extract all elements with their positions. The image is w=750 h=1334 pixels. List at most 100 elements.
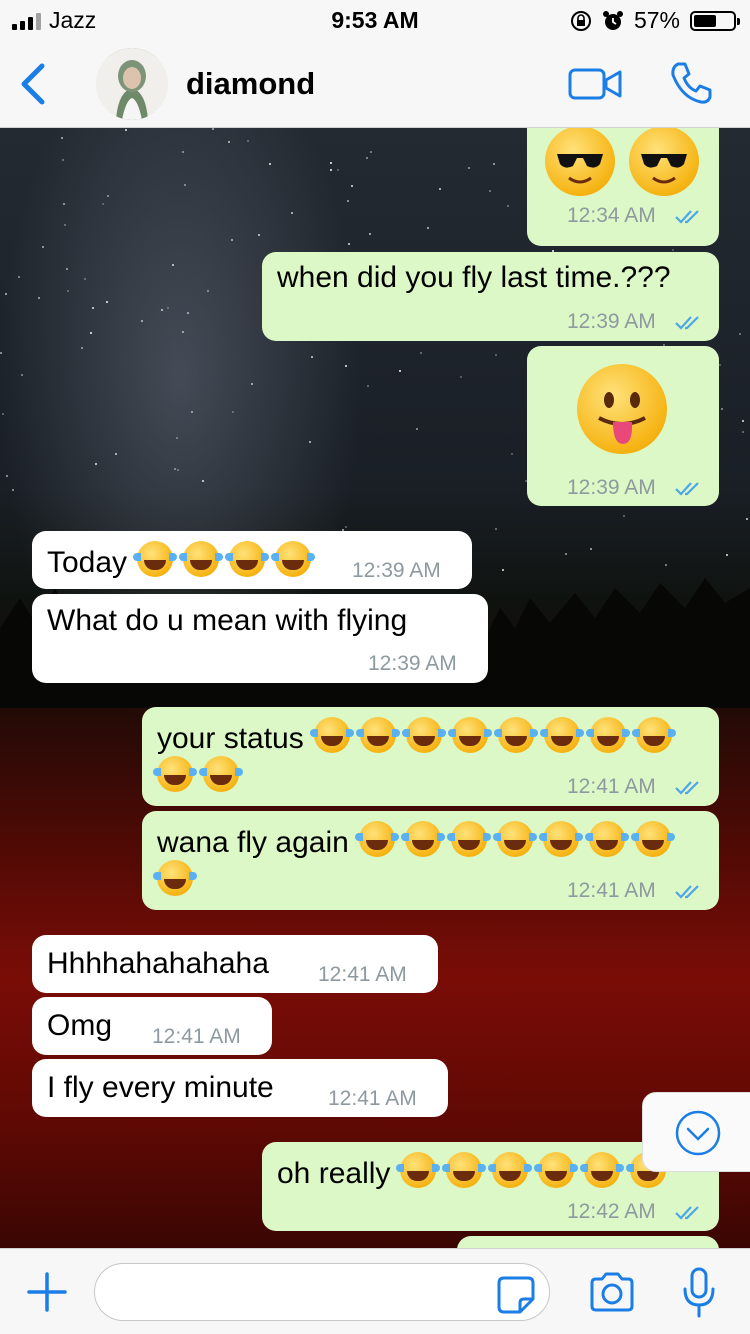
message-bubble-incoming[interactable]: Today 12:39 AM	[32, 531, 472, 589]
wallpaper-star	[420, 352, 422, 354]
laughing-emoji-icon	[442, 1152, 487, 1188]
wallpaper-star	[177, 469, 179, 471]
avatar[interactable]	[96, 48, 168, 120]
message-time: 12:42 AM	[567, 1200, 656, 1223]
wallpaper-star	[347, 200, 349, 202]
wallpaper-star	[84, 278, 86, 280]
message-bubble-outgoing[interactable]: 12:34 AM	[527, 128, 719, 246]
message-text: I fly every minute	[47, 1071, 274, 1104]
wallpaper-star	[232, 411, 234, 413]
wallpaper-star	[258, 234, 260, 236]
wallpaper-star	[228, 141, 230, 143]
wallpaper-star	[67, 290, 69, 292]
wallpaper-star	[721, 408, 723, 410]
message-time: 12:39 AM	[567, 310, 656, 333]
laughing-emoji-icon	[534, 1152, 579, 1188]
message-bubble-outgoing[interactable]: 12:39 AM	[527, 346, 719, 506]
phone-icon[interactable]	[668, 60, 714, 106]
wallpaper-star	[439, 188, 441, 190]
wallpaper-star	[489, 190, 491, 192]
laughing-emoji-icon	[492, 821, 537, 857]
message-input[interactable]	[94, 1263, 550, 1321]
chat-header: diamond	[0, 40, 750, 128]
chat-area[interactable]: 12:34 AM when did you fly last time.??? …	[0, 128, 750, 1248]
wallpaper-star	[102, 203, 104, 205]
laughing-emoji-group	[127, 541, 316, 579]
wallpaper-star	[309, 441, 311, 443]
orientation-lock-icon	[570, 10, 591, 31]
wallpaper-star	[212, 128, 214, 130]
status-right: 57%	[570, 7, 740, 34]
wallpaper-star	[330, 169, 332, 171]
wallpaper-star	[18, 276, 20, 278]
message-bubble-incoming[interactable]: I fly every minute 12:41 AM	[32, 1059, 448, 1117]
wallpaper-star	[623, 515, 625, 517]
wallpaper-star	[62, 159, 64, 161]
wallpaper-star	[247, 140, 249, 142]
wallpaper-star	[0, 352, 2, 354]
wallpaper-star	[565, 553, 567, 555]
message-bubble-outgoing[interactable]	[457, 1236, 719, 1248]
read-receipt-icon	[675, 482, 699, 496]
wallpaper-star	[590, 548, 592, 550]
message-time: 12:34 AM	[567, 204, 656, 227]
wallpaper-star	[182, 151, 184, 153]
status-bar: Jazz 9:53 AM 57%	[0, 0, 750, 40]
message-bubble-outgoing[interactable]: your status 12:41 AM	[142, 707, 719, 806]
wallpaper-star	[746, 518, 748, 520]
laughing-emoji-icon	[401, 717, 446, 753]
wallpaper-star	[42, 246, 44, 248]
laughing-emoji-icon	[133, 541, 178, 577]
video-call-icon[interactable]	[568, 66, 622, 102]
message-text: What do u mean with flying	[47, 604, 408, 637]
laughing-emoji-icon	[488, 1152, 533, 1188]
scroll-to-bottom-button[interactable]	[642, 1092, 750, 1172]
laughing-emoji-icon	[153, 756, 197, 792]
laughing-emoji-icon	[539, 717, 584, 753]
plus-icon[interactable]	[26, 1271, 68, 1313]
read-receipt-icon	[675, 210, 699, 224]
wallpaper-star	[291, 212, 293, 214]
laughing-emoji-icon	[309, 717, 354, 753]
message-bubble-incoming[interactable]: Hhhhahahahaha 12:41 AM	[32, 935, 438, 993]
message-bubble-outgoing[interactable]: wana fly again 12:41 AM	[142, 811, 719, 910]
wallpaper-star	[12, 489, 14, 491]
read-receipt-icon	[675, 1206, 699, 1220]
sunglasses-emoji-icon	[629, 128, 699, 196]
wallpaper-star	[399, 370, 401, 372]
wallpaper-star	[348, 243, 350, 245]
message-time: 12:41 AM	[567, 775, 656, 798]
sticker-icon[interactable]	[496, 1275, 536, 1315]
message-bubble-incoming[interactable]: Omg 12:41 AM	[32, 997, 272, 1055]
back-icon[interactable]	[14, 60, 54, 108]
wallpaper-star	[269, 163, 271, 165]
message-bubble-incoming[interactable]: What do u mean with flying 12:39 AM	[32, 594, 488, 683]
wallpaper-star	[106, 301, 108, 303]
laughing-emoji-icon	[179, 541, 224, 577]
wallpaper-star	[6, 475, 8, 477]
wallpaper-star	[174, 468, 176, 470]
wallpaper-star	[495, 528, 497, 530]
wallpaper-star	[739, 333, 741, 335]
laughing-emoji-icon	[630, 821, 675, 857]
message-time: 12:39 AM	[567, 476, 656, 499]
wallpaper-star	[187, 312, 189, 314]
wallpaper-star	[337, 169, 339, 171]
contact-name[interactable]: diamond	[186, 66, 315, 102]
wallpaper-star	[366, 157, 368, 159]
microphone-icon[interactable]	[680, 1267, 718, 1319]
wallpaper-star	[161, 309, 163, 311]
laughing-emoji-icon	[400, 821, 445, 857]
message-bubble-outgoing[interactable]: when did you fly last time.??? 12:39 AM	[262, 252, 719, 341]
wallpaper-star	[176, 437, 178, 439]
wallpaper-star	[742, 431, 744, 433]
wallpaper-star	[460, 376, 462, 378]
message-text: Omg	[47, 1009, 113, 1042]
sunglasses-emoji-icon	[545, 128, 615, 196]
wallpaper-star	[2, 413, 4, 415]
camera-icon[interactable]	[588, 1271, 636, 1313]
laughing-emoji-icon	[271, 541, 316, 577]
alarm-icon	[602, 10, 623, 30]
laughing-emoji-icon	[153, 860, 197, 896]
read-receipt-icon	[675, 885, 699, 899]
